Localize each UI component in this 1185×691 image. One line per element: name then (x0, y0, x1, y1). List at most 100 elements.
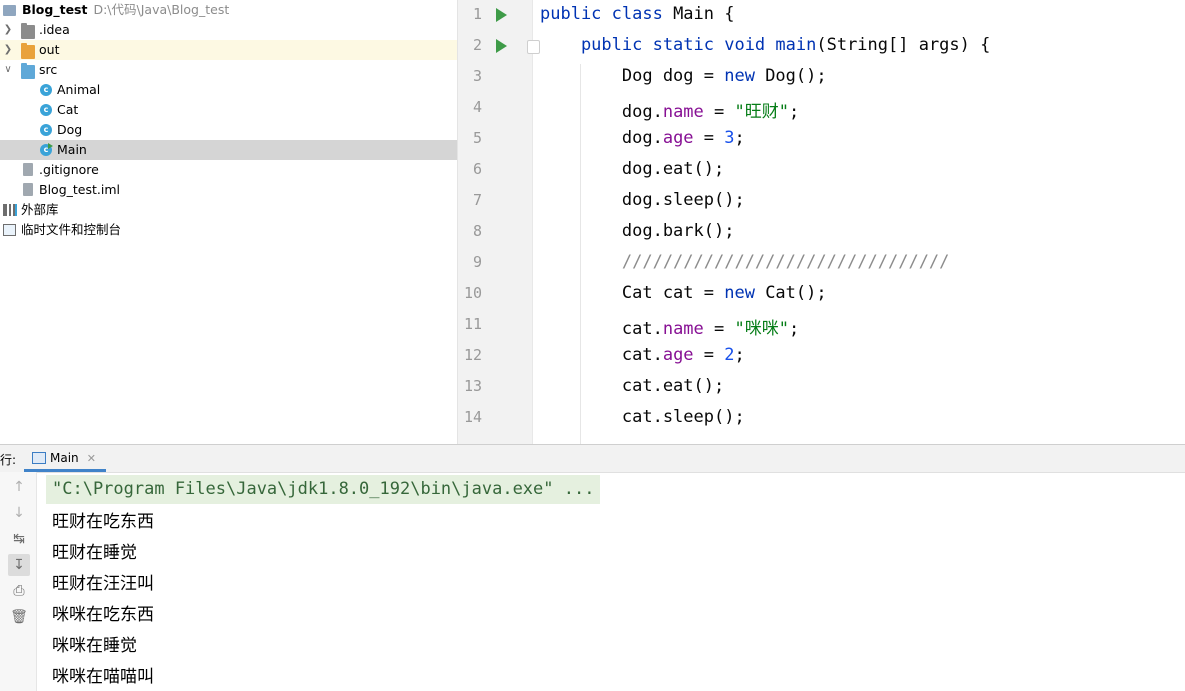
code-token: Main { (673, 4, 735, 24)
code-token: = (703, 319, 735, 339)
code-token: public static void (540, 35, 776, 55)
code-line[interactable]: dog.name = "旺财"; (540, 97, 799, 122)
code-token: Cat(); (765, 283, 827, 303)
code-token: dog.eat(); (540, 159, 725, 179)
code-line[interactable]: dog.bark(); (540, 221, 735, 241)
code-token: new (724, 283, 766, 303)
console-output-line: 旺财在汪汪叫 (52, 574, 154, 594)
code-line[interactable]: public static void main(String[] args) { (540, 35, 990, 55)
tree-item-cat[interactable]: c Cat (0, 100, 457, 120)
code-line[interactable]: cat.name = "咪咪"; (540, 314, 799, 339)
tree-item-scratches[interactable]: 临时文件和控制台 (0, 220, 457, 240)
gutter-separator (532, 0, 533, 444)
scratches-icon (3, 224, 16, 236)
code-token: Cat cat = (540, 283, 725, 303)
print-icon[interactable]: ⎙ (8, 580, 30, 602)
chevron-right-icon[interactable]: ❯ (3, 40, 13, 60)
line-number: 13 (463, 377, 482, 395)
file-icon (23, 183, 33, 196)
tree-item-project-root[interactable]: Blog_test D:\代码\Java\Blog_test (0, 0, 457, 20)
line-number: 12 (463, 346, 482, 364)
code-token: ; (734, 345, 745, 365)
code-line[interactable]: cat.eat(); (540, 376, 724, 396)
console-command-line: "C:\Program Files\Java\jdk1.8.0_192\bin\… (46, 475, 601, 504)
trash-icon[interactable]: 🗑 (8, 606, 30, 628)
code-line[interactable]: dog.age = 3; (540, 128, 745, 148)
code-token: cat. (540, 319, 663, 339)
code-token: 3 (724, 128, 735, 148)
code-line[interactable]: cat.age = 2; (540, 345, 745, 365)
run-panel-header: 行: Main ✕ (0, 445, 1185, 473)
code-token: ; (734, 128, 745, 148)
code-token: new (724, 66, 766, 86)
console-output-line: 旺财在睡觉 (52, 543, 137, 563)
excluded-folder-icon (21, 43, 35, 59)
code-token: age (662, 345, 694, 365)
run-main-icon[interactable] (496, 39, 507, 53)
tree-item-main[interactable]: c Main (0, 140, 457, 160)
chevron-right-icon[interactable]: ❯ (3, 20, 13, 40)
module-icon (3, 5, 16, 16)
tree-item-label: Dog (57, 122, 83, 137)
code-token: dog.sleep(); (540, 190, 745, 210)
code-token: 2 (724, 345, 735, 365)
file-icon (23, 163, 33, 176)
code-line[interactable]: Dog dog = new Dog(); (540, 66, 827, 86)
code-token: ; (788, 319, 800, 339)
console-output-line: 咪咪在睡觉 (52, 636, 137, 656)
line-number: 5 (472, 129, 482, 147)
code-token: //////////////////////////////// (540, 252, 950, 272)
soft-wrap-icon[interactable]: ↹ (8, 528, 30, 550)
tab-main[interactable]: Main ✕ (24, 445, 106, 472)
console-tab-icon (32, 452, 46, 464)
line-number: 9 (472, 253, 482, 271)
fold-icon[interactable] (527, 40, 540, 54)
tree-item-label: out (39, 42, 60, 57)
line-number: 11 (463, 315, 482, 333)
code-token: dog. (540, 128, 663, 148)
scroll-to-end-icon[interactable]: ↧ (8, 554, 30, 576)
console-output-line: 咪咪在吃东西 (52, 605, 154, 625)
code-line[interactable]: //////////////////////////////// (540, 252, 950, 272)
code-token: cat. (540, 345, 663, 365)
tree-item-gitignore[interactable]: .gitignore (0, 160, 457, 180)
line-number: 14 (463, 408, 482, 426)
tree-item-label: src (39, 62, 58, 77)
code-token: dog.bark(); (540, 221, 735, 241)
line-number: 2 (472, 36, 482, 54)
project-root-label: Blog_test (22, 2, 88, 17)
tree-item-label: .idea (39, 22, 70, 37)
line-number: 1 (472, 5, 482, 23)
libraries-icon (3, 204, 17, 216)
code-line[interactable]: dog.sleep(); (540, 190, 745, 210)
tree-item-animal[interactable]: c Animal (0, 80, 457, 100)
code-line[interactable]: dog.eat(); (540, 159, 724, 179)
code-line[interactable]: public class Main { (540, 4, 734, 24)
code-token: Dog dog = (540, 66, 725, 86)
tree-item-dog[interactable]: c Dog (0, 120, 457, 140)
chevron-down-icon[interactable]: ∨ (3, 60, 13, 80)
tree-item-out[interactable]: ❯ out (0, 40, 457, 60)
run-class-icon[interactable] (496, 8, 507, 22)
run-marker-icon (48, 143, 53, 149)
code-editor[interactable]: 1 2 3 4 5 6 7 8 9 10 11 12 13 14 public class Main { … (458, 0, 1185, 444)
run-panel: 行: Main ✕ ↑ ↓ ↹ ↧ ⎙ 🗑 "C:\Program Files\… (0, 444, 1185, 691)
tree-item-src[interactable]: ∨ src (0, 60, 457, 80)
project-panel: Blog_test D:\代码\Java\Blog_test ❯ .idea ❯ … (0, 0, 458, 444)
code-token: dog. (540, 102, 663, 122)
code-line[interactable]: cat.sleep(); (540, 407, 745, 427)
tree-item-external-libraries[interactable]: 外部库 (0, 200, 457, 220)
run-toolbar: ↑ ↓ ↹ ↧ ⎙ 🗑 (0, 472, 37, 691)
code-line[interactable]: Cat cat = new Cat(); (540, 283, 827, 303)
class-icon: c (40, 84, 52, 96)
tree-item-iml[interactable]: Blog_test.iml (0, 180, 457, 200)
line-number: 7 (472, 191, 482, 209)
code-token: main (775, 35, 817, 55)
tree-item-idea[interactable]: ❯ .idea (0, 20, 457, 40)
code-token: ; (788, 102, 800, 122)
code-token: = (693, 345, 725, 365)
arrow-up-icon[interactable]: ↑ (8, 476, 30, 498)
tree-item-label: 临时文件和控制台 (21, 222, 122, 237)
close-icon[interactable]: ✕ (87, 452, 96, 465)
arrow-down-icon[interactable]: ↓ (8, 502, 30, 524)
